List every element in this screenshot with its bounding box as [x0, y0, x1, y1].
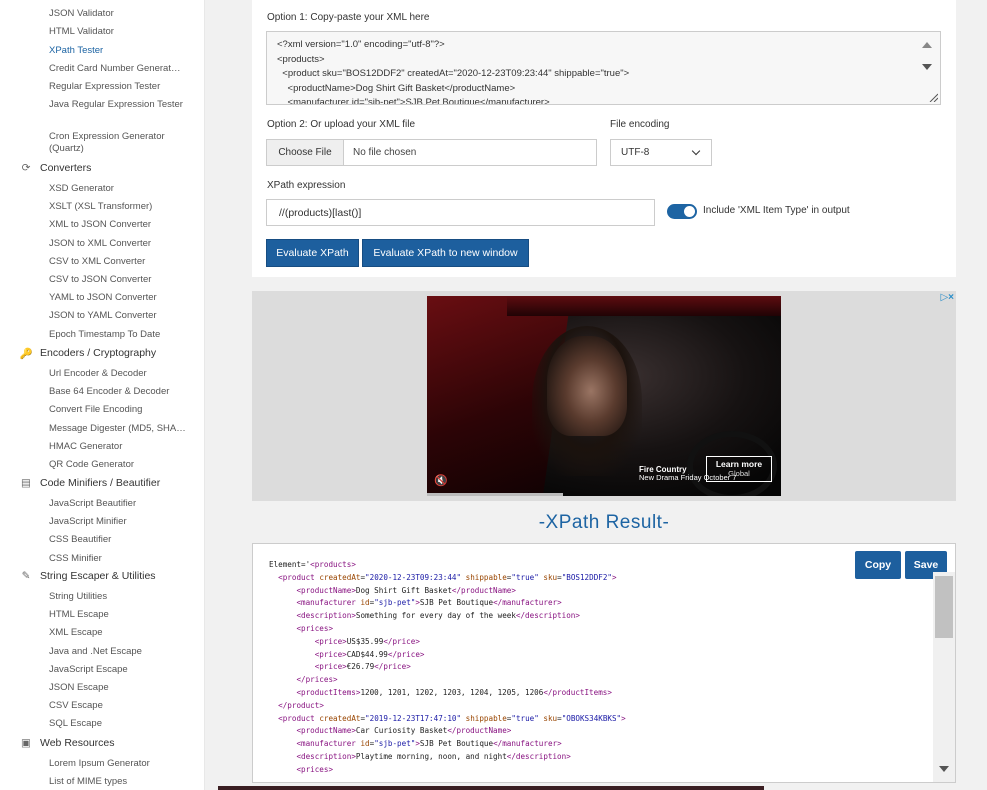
learn-more-label: Learn more: [715, 459, 763, 469]
encoding-select[interactable]: UTF-8: [610, 139, 712, 166]
monitor-icon: ▣: [21, 737, 31, 749]
evaluate-xpath-new-window-button[interactable]: Evaluate XPath to new window: [362, 239, 529, 267]
sidebar-section-code-minifiers-beautifier[interactable]: ▤ Code Minifiers / Beautifier: [18, 475, 160, 491]
sidebar-item[interactable]: CSS Beautifier: [49, 534, 194, 546]
sidebar-section-title: Web Resources: [40, 737, 115, 749]
sidebar-item[interactable]: Message Digester (MD5, SHA…: [49, 423, 194, 435]
sidebar-item[interactable]: Url Encoder & Decoder: [49, 368, 194, 380]
sidebar-item[interactable]: Lorem Ipsum Generator: [49, 758, 194, 770]
sidebar-item[interactable]: Convert File Encoding: [49, 404, 194, 416]
resize-handle-icon[interactable]: [928, 92, 938, 102]
sidebar-section-converters[interactable]: ⟳ Converters: [18, 160, 92, 176]
sidebar-item[interactable]: JSON to YAML Converter: [49, 310, 194, 322]
sidebar-section-title: Code Minifiers / Beautifier: [40, 477, 161, 489]
sidebar-item[interactable]: Regular Expression Tester: [49, 81, 194, 93]
sidebar-item[interactable]: String Utilities: [49, 591, 194, 603]
sidebar-item[interactable]: JavaScript Beautifier: [49, 498, 194, 510]
include-item-type-label: Include 'XML Item Type' in output: [703, 205, 850, 216]
sidebar-item[interactable]: Base 64 Encoder & Decoder: [49, 386, 194, 398]
result-scrollbar[interactable]: [933, 572, 955, 782]
adchoices-close-icon[interactable]: ▷×: [940, 292, 954, 303]
sidebar-item[interactable]: CSV Escape: [49, 700, 194, 712]
option1-label: Option 1: Copy-paste your XML here: [267, 12, 430, 23]
sidebar-item[interactable]: HTML Validator: [49, 26, 194, 38]
scroll-down-icon[interactable]: [922, 64, 932, 70]
sidebar-section-title: String Escaper & Utilities: [40, 570, 156, 582]
xpath-form-panel: Option 1: Copy-paste your XML here <?xml…: [252, 0, 956, 277]
sidebar-item[interactable]: CSS Minifier: [49, 553, 194, 565]
sidebar-item[interactable]: Cron Expression Generator (Quartz): [49, 131, 194, 155]
result-code[interactable]: Element='<products> <product createdAt="…: [253, 544, 955, 782]
sidebar-item[interactable]: CSV to JSON Converter: [49, 274, 194, 286]
encoding-label: File encoding: [610, 119, 670, 130]
sidebar-section-string-escaper-utilities[interactable]: ✎ String Escaper & Utilities: [18, 568, 156, 584]
sidebar-section-web-resources[interactable]: ▣ Web Resources: [18, 735, 115, 751]
sidebar-item[interactable]: JSON Escape: [49, 682, 194, 694]
sidebar-item[interactable]: Credit Card Number Generat…: [49, 63, 194, 75]
learn-more-button[interactable]: Learn more Global: [706, 456, 772, 482]
sidebar-item[interactable]: HTML Escape: [49, 609, 194, 621]
sidebar-item[interactable]: XSD Generator: [49, 183, 194, 195]
xpath-result-panel: Element='<products> <product createdAt="…: [252, 543, 956, 783]
choose-file-button[interactable]: Choose File: [267, 140, 344, 165]
encoding-value: UTF-8: [621, 147, 650, 158]
key-icon: 🔑: [19, 347, 33, 360]
result-title: -XPath Result-: [538, 512, 670, 533]
sidebar-item[interactable]: XPath Tester: [49, 45, 194, 57]
option2-label: Option 2: Or upload your XML file: [267, 119, 416, 130]
sidebar-item[interactable]: Java and .Net Escape: [49, 646, 194, 658]
xml-input-text[interactable]: <?xml version="1.0" encoding="utf-8"?> <…: [267, 32, 940, 104]
scroll-up-icon[interactable]: [922, 42, 932, 48]
sidebar-item[interactable]: HMAC Generator: [49, 441, 194, 453]
sidebar-item[interactable]: CSV to XML Converter: [49, 256, 194, 268]
mute-icon[interactable]: 🔇: [434, 474, 448, 487]
file-code-icon: ▤: [21, 477, 31, 489]
ad-video-person: [547, 336, 627, 436]
video-progress-bar[interactable]: [427, 493, 563, 496]
sidebar-item[interactable]: JSON Validator: [49, 8, 194, 20]
xpath-label: XPath expression: [267, 180, 346, 191]
refresh-icon: ⟳: [21, 162, 31, 174]
sidebar: JSON Validator HTML Validator XPath Tester…: [0, 0, 205, 790]
sidebar-item[interactable]: Epoch Timestamp To Date: [49, 329, 194, 341]
ad-brand: Global: [728, 469, 750, 478]
sidebar-section-title: Encoders / Cryptography: [40, 347, 157, 359]
copy-button[interactable]: Copy: [855, 551, 901, 579]
sidebar-section-encoders-cryptography[interactable]: 🔑 Encoders / Cryptography: [18, 345, 156, 361]
sidebar-item[interactable]: YAML to JSON Converter: [49, 292, 194, 304]
evaluate-xpath-button[interactable]: Evaluate XPath: [266, 239, 359, 267]
file-status-text: No file chosen: [353, 147, 417, 158]
magic-wand-icon: ✎: [21, 570, 31, 582]
file-upload-input[interactable]: Choose File No file chosen: [266, 139, 597, 166]
xpath-expression-input[interactable]: //(products)[last()]: [266, 199, 655, 226]
sidebar-item[interactable]: List of MIME types: [49, 776, 194, 788]
sidebar-section-title: Converters: [40, 162, 92, 174]
sidebar-item[interactable]: JavaScript Escape: [49, 664, 194, 676]
sidebar-item[interactable]: SQL Escape: [49, 718, 194, 730]
scrollbar-thumb[interactable]: [935, 576, 953, 638]
bottom-ad-bar: [218, 786, 764, 790]
sidebar-item[interactable]: XML to JSON Converter: [49, 219, 194, 231]
chevron-down-icon: [691, 146, 701, 156]
sidebar-item[interactable]: JavaScript Minifier: [49, 516, 194, 528]
sidebar-item[interactable]: QR Code Generator: [49, 459, 194, 471]
sidebar-item[interactable]: Java Regular Expression Tester: [49, 99, 194, 111]
advertisement: ▷× 🔇 Fire Country New Drama Friday Octob…: [252, 291, 956, 501]
xml-input-textarea[interactable]: <?xml version="1.0" encoding="utf-8"?> <…: [266, 31, 941, 105]
ad-video[interactable]: 🔇 Fire Country New Drama Friday October …: [427, 296, 781, 496]
sidebar-item[interactable]: XSLT (XSL Transformer): [49, 201, 194, 213]
sidebar-item[interactable]: XML Escape: [49, 627, 194, 639]
sidebar-item[interactable]: JSON to XML Converter: [49, 238, 194, 250]
include-item-type-toggle[interactable]: [667, 204, 697, 219]
scroll-down-icon[interactable]: [939, 766, 949, 772]
